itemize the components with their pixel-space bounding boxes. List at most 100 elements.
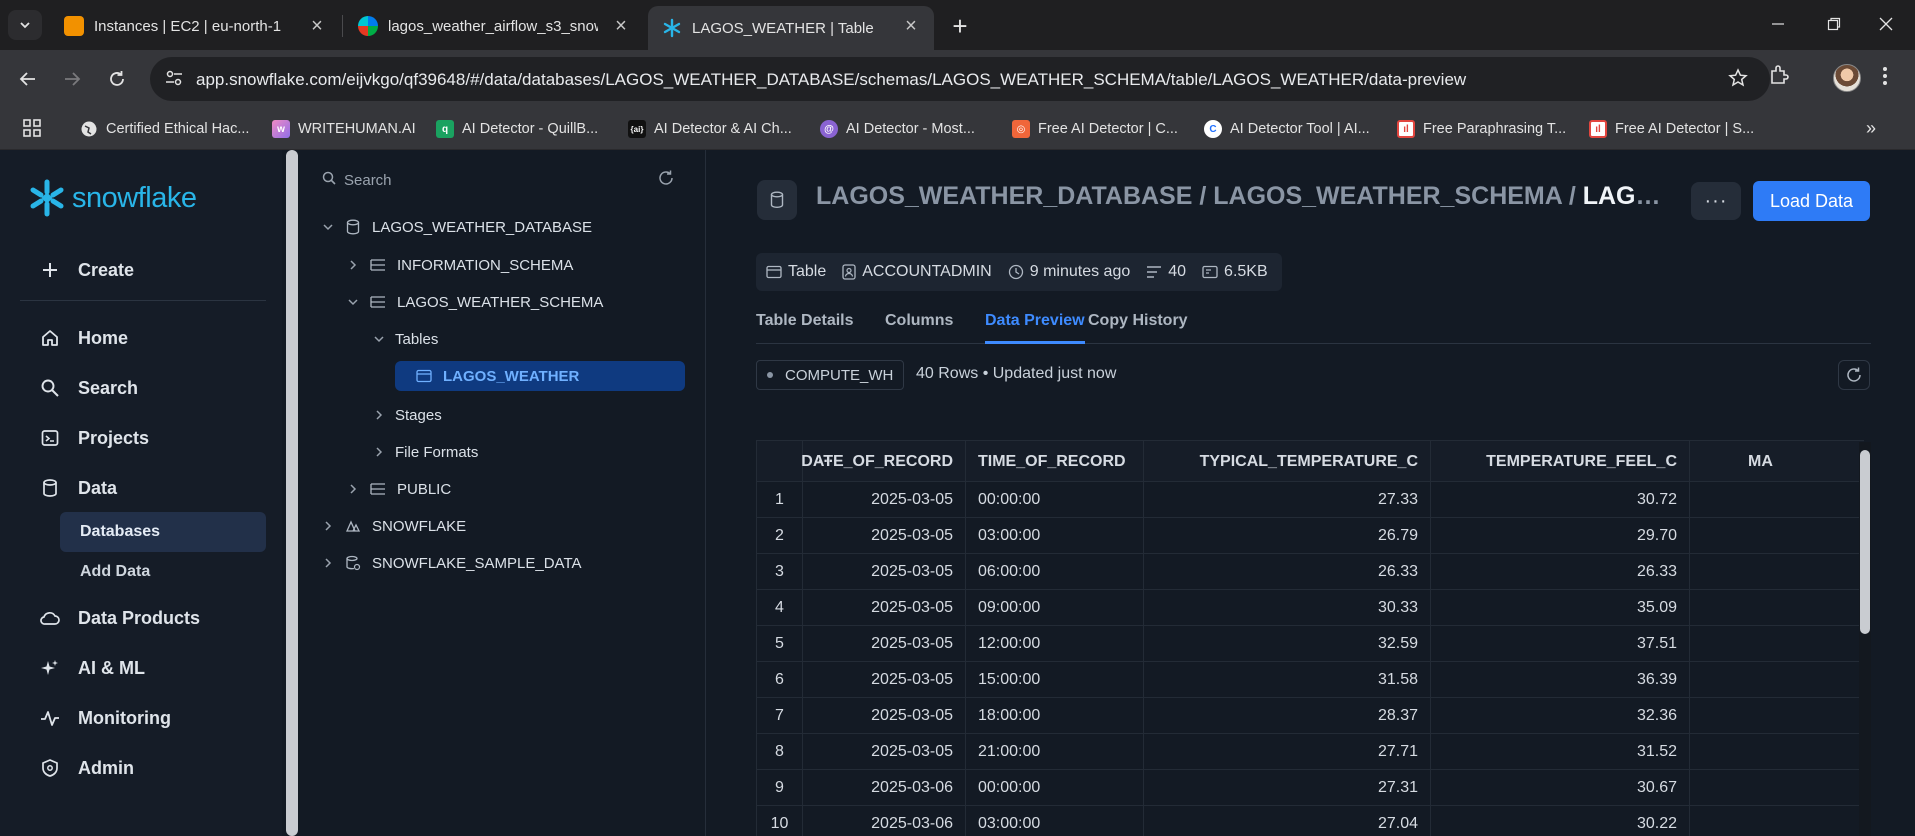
bookmark-item[interactable]: ıl Free Paraphrasing T... — [1397, 118, 1566, 140]
table-cell[interactable]: 27.33 — [1144, 482, 1431, 518]
tree-table-lagos-weather[interactable]: LAGOS_WEATHER — [395, 361, 685, 391]
tab-columns[interactable]: Columns — [885, 312, 953, 344]
bookmark-item[interactable]: {ai} AI Detector & AI Ch... — [628, 118, 792, 140]
tree-database-sample[interactable]: SNOWFLAKE_SAMPLE_DATA — [320, 548, 582, 578]
nav-data[interactable]: Data — [20, 468, 266, 508]
table-cell[interactable]: 15:00:00 — [966, 662, 1144, 698]
refresh-icon[interactable] — [658, 170, 674, 191]
table-cell[interactable]: 27.31 — [1144, 770, 1431, 806]
tree-schema-public[interactable]: PUBLIC — [345, 474, 451, 504]
bookmark-star-icon[interactable] — [1728, 68, 1748, 93]
table-row[interactable]: 4 2025-03-05 09:00:00 30.33 35.09 — [757, 590, 1864, 626]
close-window-button[interactable] — [1866, 8, 1906, 40]
table-cell[interactable]: 2025-03-06 — [803, 806, 966, 836]
table-row[interactable]: 1 2025-03-05 00:00:00 27.33 30.72 — [757, 482, 1864, 518]
minimize-button[interactable] — [1758, 8, 1798, 40]
bookmark-item[interactable]: q AI Detector - QuillB... — [436, 118, 598, 140]
table-row[interactable]: 8 2025-03-05 21:00:00 27.71 31.52 — [757, 734, 1864, 770]
close-icon[interactable]: × — [900, 15, 922, 37]
nav-monitoring[interactable]: Monitoring — [20, 698, 266, 738]
table-cell[interactable]: 26.33 — [1431, 554, 1690, 590]
row-number-cell[interactable]: 8 — [757, 734, 803, 770]
table-cell[interactable]: 2025-03-05 — [803, 554, 966, 590]
table-row[interactable]: 5 2025-03-05 12:00:00 32.59 37.51 — [757, 626, 1864, 662]
row-number-cell[interactable]: 6 — [757, 662, 803, 698]
browser-menu-icon[interactable] — [1882, 64, 1888, 93]
table-cell[interactable]: 2025-03-05 — [803, 662, 966, 698]
browser-tab-snowflake[interactable]: LAGOS_WEATHER | Table × — [648, 6, 934, 50]
row-number-cell[interactable]: 4 — [757, 590, 803, 626]
table-cell[interactable]: 03:00:00 — [966, 806, 1144, 836]
table-cell[interactable] — [1690, 626, 1864, 662]
tree-schema-lagos[interactable]: LAGOS_WEATHER_SCHEMA — [345, 287, 603, 317]
restore-button[interactable] — [1814, 8, 1854, 40]
table-cell[interactable]: 26.79 — [1144, 518, 1431, 554]
nav-ai-ml[interactable]: AI & ML — [20, 648, 266, 688]
site-settings-icon[interactable] — [164, 68, 184, 93]
browser-tab-airflow[interactable]: lagos_weather_airflow_s3_snow × — [344, 6, 644, 46]
column-header[interactable]: TIME_OF_RECORD — [966, 441, 1144, 483]
bookmark-item[interactable]: ıl Free AI Detector | S... — [1589, 118, 1754, 140]
tab-search-button[interactable] — [8, 10, 42, 40]
back-button[interactable] — [14, 65, 42, 93]
tree-file-formats-folder[interactable]: File Formats — [371, 437, 478, 467]
new-tab-button[interactable]: + — [946, 11, 974, 41]
table-cell[interactable]: 31.58 — [1144, 662, 1431, 698]
address-bar[interactable]: app.snowflake.com/eijvkgo/qf39648/#/data… — [150, 57, 1770, 101]
column-header[interactable]: TEMPERATURE_FEEL_C — [1431, 441, 1690, 483]
load-data-button[interactable]: Load Data — [1753, 181, 1870, 221]
table-cell[interactable]: 30.33 — [1144, 590, 1431, 626]
table-cell[interactable]: 2025-03-05 — [803, 698, 966, 734]
column-header[interactable]: TYPICAL_TEMPERATURE_C — [1144, 441, 1431, 483]
table-cell[interactable]: 27.71 — [1144, 734, 1431, 770]
table-cell[interactable] — [1690, 770, 1864, 806]
table-cell[interactable]: 18:00:00 — [966, 698, 1144, 734]
row-number-cell[interactable]: 10 — [757, 806, 803, 836]
table-cell[interactable]: 31.52 — [1431, 734, 1690, 770]
close-icon[interactable]: × — [306, 15, 328, 37]
tab-table-details[interactable]: Table Details — [756, 312, 854, 344]
refresh-preview-button[interactable] — [1838, 360, 1870, 390]
table-cell[interactable]: 32.59 — [1144, 626, 1431, 662]
table-cell[interactable]: 29.70 — [1431, 518, 1690, 554]
breadcrumb-path[interactable]: LAGOS_WEATHER_DATABASE / LAGOS_WEATHER_S… — [816, 182, 1583, 210]
table-row[interactable]: 7 2025-03-05 18:00:00 28.37 32.36 — [757, 698, 1864, 734]
table-cell[interactable]: 09:00:00 — [966, 590, 1144, 626]
extensions-icon[interactable] — [1768, 64, 1790, 91]
forward-button[interactable] — [58, 65, 86, 93]
close-icon[interactable]: × — [610, 15, 632, 37]
table-row[interactable]: 10 2025-03-06 03:00:00 27.04 30.22 — [757, 806, 1864, 836]
table-cell[interactable]: 35.09 — [1431, 590, 1690, 626]
scrollbar-thumb[interactable] — [1860, 450, 1870, 634]
table-cell[interactable]: 27.04 — [1144, 806, 1431, 836]
nav-home[interactable]: Home — [20, 318, 266, 358]
nav-databases[interactable]: Databases — [60, 512, 266, 552]
table-cell[interactable]: 00:00:00 — [966, 770, 1144, 806]
table-cell[interactable]: 2025-03-05 — [803, 590, 966, 626]
table-cell[interactable]: 30.67 — [1431, 770, 1690, 806]
table-row[interactable]: 3 2025-03-05 06:00:00 26.33 26.33 — [757, 554, 1864, 590]
table-cell[interactable] — [1690, 662, 1864, 698]
table-cell[interactable]: 32.36 — [1431, 698, 1690, 734]
table-cell[interactable]: 30.72 — [1431, 482, 1690, 518]
nav-admin[interactable]: Admin — [20, 748, 266, 788]
more-bookmarks-icon[interactable]: » — [1866, 118, 1876, 139]
row-number-cell[interactable]: 2 — [757, 518, 803, 554]
table-cell[interactable]: 30.22 — [1431, 806, 1690, 836]
table-cell[interactable] — [1690, 518, 1864, 554]
tree-schema-information[interactable]: INFORMATION_SCHEMA — [345, 250, 573, 280]
table-cell[interactable]: 06:00:00 — [966, 554, 1144, 590]
tab-copy-history[interactable]: Copy History — [1088, 312, 1188, 344]
more-actions-button[interactable]: ··· — [1691, 182, 1741, 220]
tree-tables-folder[interactable]: Tables — [371, 324, 438, 354]
apps-grid-icon[interactable] — [22, 118, 42, 143]
bookmark-item[interactable]: w WRITEHUMAN.AI — [272, 118, 416, 140]
row-number-cell[interactable]: 7 — [757, 698, 803, 734]
nav-projects[interactable]: Projects — [20, 418, 266, 458]
table-cell[interactable]: 36.39 — [1431, 662, 1690, 698]
profile-avatar[interactable] — [1833, 64, 1861, 92]
table-cell[interactable]: 2025-03-05 — [803, 734, 966, 770]
bookmark-item[interactable]: @ AI Detector - Most... — [820, 118, 975, 140]
nav-search[interactable]: Search — [20, 368, 266, 408]
bookmark-item[interactable]: ◎ Free AI Detector | C... — [1012, 118, 1178, 140]
